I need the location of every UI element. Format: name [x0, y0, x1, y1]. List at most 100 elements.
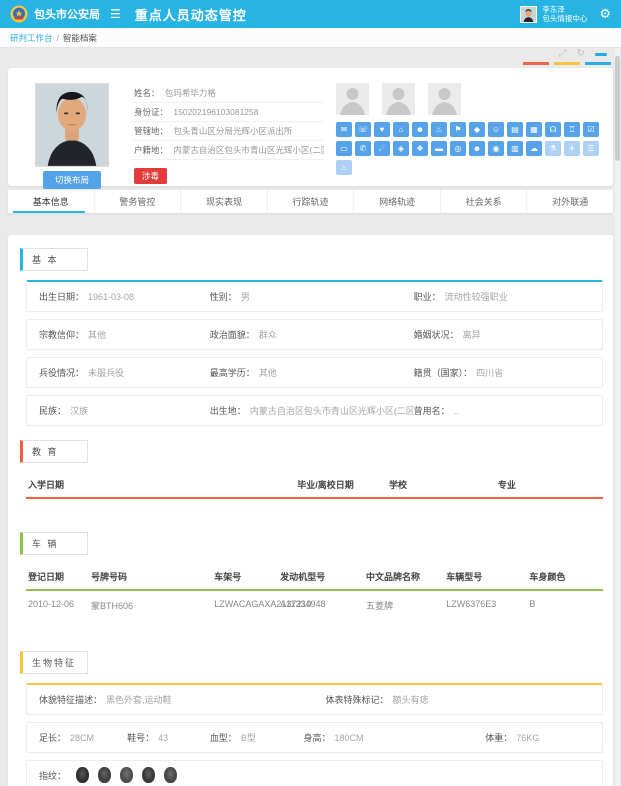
plane-icon[interactable]: ✈	[564, 141, 580, 156]
icon-glyph: ◈	[398, 145, 404, 153]
field-value: 内蒙古自治区包头市青山区光辉小区(二区)-1-86	[173, 145, 324, 155]
field-label: 户籍地：	[134, 145, 168, 155]
field: 民族：汉族	[39, 404, 210, 417]
field-value: 男	[241, 292, 250, 302]
column-header: 学校	[389, 478, 498, 491]
section-title-bio: 生物特征	[20, 651, 88, 674]
icon-glyph: ♖	[568, 126, 575, 134]
menu-toggle-icon[interactable]: ☰	[110, 7, 121, 21]
settings-gear-icon[interactable]: ⚙	[599, 6, 611, 22]
field: 身高：180CM	[303, 731, 485, 744]
tab-network-track[interactable]: 网络轨迹	[353, 190, 440, 213]
icon-glyph: ◉	[493, 145, 500, 153]
bio-row-2: 足长：28CM鞋号：43血型：B型身高：180CM体重：76KG	[26, 722, 603, 753]
column-header: 中文品牌名称	[366, 570, 446, 583]
cup-icon[interactable]: ♨	[336, 160, 352, 175]
field: 鞋号：43	[127, 731, 210, 744]
tab-label: 基本信息	[33, 195, 69, 208]
tab-label: 行踪轨迹	[293, 195, 329, 208]
vehicle-row: 2010-12-06蒙BTH606LZWACAGAXA2137210A11334…	[26, 591, 603, 620]
tab-label: 对外联通	[552, 195, 588, 208]
field-label: 籍贯（国家）：	[414, 368, 473, 378]
user-icon[interactable]: ☻	[469, 141, 485, 156]
icon-glyph: ☄	[378, 145, 385, 153]
bed-icon[interactable]: ▬	[431, 141, 447, 156]
column-header: 毕业/离校日期	[297, 478, 389, 491]
field-label: 体表特殊标记：	[326, 695, 389, 705]
phone-icon[interactable]: ☏	[355, 122, 371, 137]
icon-grid-row-2: ▭ ✆ ☄ ◈ ❖ ▬ ◎☻ ◉ ▥☁ ⚗ ✈☰	[336, 141, 603, 156]
field-id-number: 身份证： 150202196103081258	[132, 103, 324, 122]
tab-social-relations[interactable]: 社会关系	[440, 190, 527, 213]
user-avatar[interactable]	[520, 6, 537, 23]
photo-placeholder[interactable]	[382, 83, 415, 115]
field-label: 出生日期：	[39, 292, 84, 302]
users-icon[interactable]: ☻	[412, 122, 428, 137]
icon-glyph: ☻	[416, 126, 424, 134]
minimize-icon[interactable]	[595, 53, 607, 56]
scrollbar-track[interactable]	[615, 48, 620, 786]
bank-icon[interactable]: ♖	[564, 122, 580, 137]
field-label: 体重：	[485, 733, 512, 743]
check-icon[interactable]: ☑	[583, 122, 599, 137]
field-label: 身高：	[303, 733, 330, 743]
icon-glyph: ⚗	[549, 145, 556, 153]
tab-reality-performance[interactable]: 现实表现	[180, 190, 267, 213]
wifi-icon[interactable]: ☊	[545, 122, 561, 137]
photo-placeholder[interactable]	[336, 83, 369, 115]
icon-glyph: ▭	[340, 145, 348, 153]
comment-icon[interactable]: ✉	[336, 122, 352, 137]
heart-icon[interactable]: ♥	[374, 122, 390, 137]
tags-icon[interactable]: ❖	[412, 141, 428, 156]
tab-movement-track[interactable]: 行踪轨迹	[267, 190, 354, 213]
field-value: 黑色外套,运动鞋	[106, 695, 172, 705]
person-icon[interactable]: ☺	[488, 122, 504, 137]
field-label: 曾用名：	[414, 406, 450, 416]
refresh-icon[interactable]: ↻	[577, 49, 585, 59]
field-value: 未服兵役	[88, 368, 124, 378]
signal-icon[interactable]: ☄	[374, 141, 390, 156]
basic-row-4: 民族：汉族出生地：内蒙古自治区包头市青山区光辉小区(二区)-1-86曾用名：..	[26, 395, 603, 426]
tab-police-control[interactable]: 警务管控	[94, 190, 181, 213]
tab-basic-info[interactable]: 基本信息	[8, 190, 94, 213]
field-label: 体貌特征描述：	[39, 695, 102, 705]
field-value: 包玛希毕力格	[165, 88, 216, 98]
fullscreen-icon[interactable]: ⤢	[559, 49, 567, 59]
field-label: 血型：	[210, 733, 237, 743]
taxi-icon[interactable]: ◈	[393, 141, 409, 156]
call-icon[interactable]: ✆	[355, 141, 371, 156]
idcard-icon[interactable]: ▥	[507, 141, 523, 156]
bankcard-icon[interactable]: ▭	[336, 141, 352, 156]
fingerprint-image	[76, 767, 89, 783]
tab-external-contact[interactable]: 对外联通	[526, 190, 613, 213]
education-icon[interactable]: ⚑	[450, 122, 466, 137]
icon-glyph: ▬	[435, 145, 443, 153]
tab-label: 现实表现	[206, 195, 242, 208]
car-icon[interactable]: ◆	[469, 122, 485, 137]
section-title-basic: 基 本	[20, 248, 88, 271]
user-info[interactable]: 李东泽 包头情报中心	[542, 5, 587, 24]
column-header: 登记日期	[28, 570, 91, 583]
document-icon[interactable]: ▤	[507, 122, 523, 137]
scrollbar-thumb[interactable]	[615, 56, 620, 161]
field-value: 流动性较强职业	[445, 292, 508, 302]
icon-grid-row-3: ♨	[336, 160, 603, 175]
photo-placeholder[interactable]	[428, 83, 461, 115]
icon-glyph: ♥	[380, 126, 385, 134]
column-header: 车身颜色	[529, 570, 565, 583]
field-value: B型	[241, 733, 256, 743]
train-icon[interactable]: ☰	[583, 141, 599, 156]
record-icon[interactable]: ◎	[450, 141, 466, 156]
hotel-icon[interactable]: ♨	[431, 122, 447, 137]
drug-related-badge: 涉毒	[134, 168, 167, 184]
flask-icon[interactable]: ⚗	[545, 141, 561, 156]
cloud-icon[interactable]: ☁	[526, 141, 542, 156]
switch-layout-button[interactable]: 切换布局	[43, 171, 101, 189]
police-car-icon[interactable]: ◉	[488, 141, 504, 156]
image-icon[interactable]: ▦	[526, 122, 542, 137]
window-controls: ⤢ ↻	[559, 49, 607, 59]
fingerprint-row: 指纹：	[26, 760, 603, 786]
breadcrumb-parent-link[interactable]: 研判工作台	[10, 32, 53, 44]
icon-glyph: ☏	[358, 126, 368, 134]
home-icon[interactable]: ⌂	[393, 122, 409, 137]
